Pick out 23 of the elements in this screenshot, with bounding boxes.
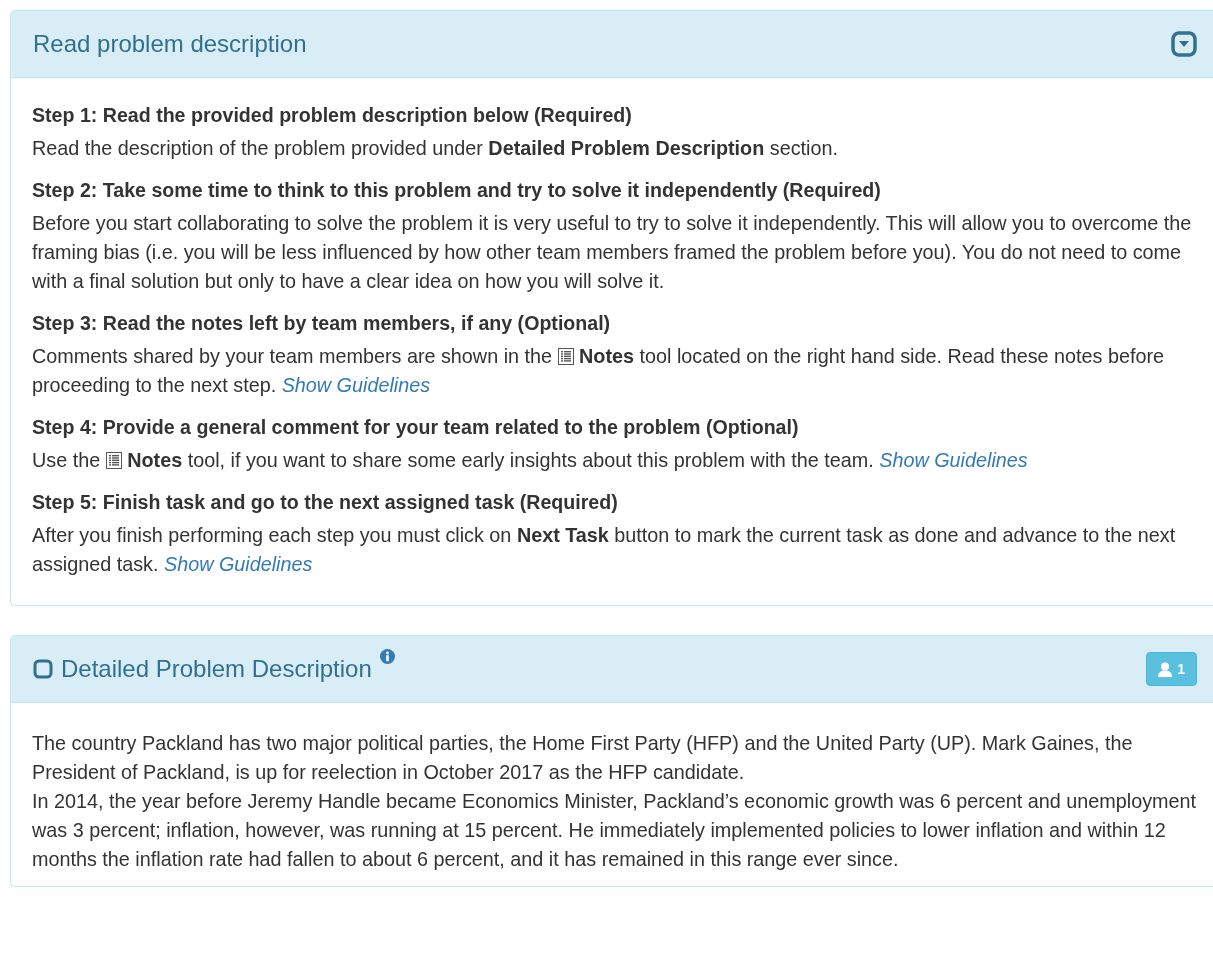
panel-title: Read problem description <box>33 29 307 59</box>
description-text: In 2014, the year before Jeremy Handle became Economics Minister, Packland’s economic growth was 6 percent and unemployment was 3 percent; inflation, however, was running at 15 percent. He immediately implemented policies to lower inflation and within 12 months the inflation rate had fallen to about 6 percent, and it has remained in this range ever since. <box>32 789 1198 872</box>
step-text: Before you start collaborating to solve the problem it is very useful to try to solve it independently. This will allow you to overcome the framing bias (i.e. you will be less influenced by how other team members framed the problem before you). You do not need to come with a final solution but only to have a clear idea on how you will solve it. <box>32 211 1193 294</box>
step-heading: Step 2: Take some time to think to this problem and try to solve it independently (Required) <box>32 178 882 203</box>
notes-icon <box>557 348 574 365</box>
info-icon[interactable] <box>379 648 395 664</box>
checkbox[interactable] <box>33 659 53 679</box>
guidelines-link[interactable]: Show Guidelines <box>879 449 1028 471</box>
step-heading: Step 4: Provide a general comment for your team related to the problem (Optional) <box>32 415 800 440</box>
user-icon <box>1158 661 1173 677</box>
step-text: Use the Notes tool, if you want to share some early insights about this problem with the team. Show Guidelines <box>32 448 1029 473</box>
guidelines-link[interactable]: Show Guidelines <box>281 374 431 396</box>
panel-title: Detailed Problem Description <box>61 654 372 684</box>
step-text: After you finish performing each step you must click on Next Task button to mark the current task as done and advance to the next assigned task. Show Guidelines <box>32 523 1177 577</box>
step-text: Read the description of the problem provided under Detailed Problem Description section. <box>32 136 839 161</box>
collapse-icon[interactable] <box>1171 31 1197 57</box>
guidelines-link[interactable]: Show Guidelines <box>163 553 313 575</box>
step-heading: Step 5: Finish task and go to the next assigned task (Required) <box>32 490 619 515</box>
description-text: The country Packland has two major political parties, the Home First Party (HFP) and the United Party (UP). Mark Gaines, the President of Packland, is up for reelection in October 2017 as the HFP candidate. <box>32 731 1134 785</box>
step-text: Comments shared by your team members are shown in the Notes tool located on the right hand side. Read these notes before proceeding to the next step. Show Guidelines <box>32 344 1166 398</box>
notes-icon <box>105 452 122 469</box>
step-heading: Step 3: Read the notes left by team members, if any (Optional) <box>32 311 612 336</box>
step-heading: Step 1: Read the provided problem description below (Required) <box>32 103 633 128</box>
